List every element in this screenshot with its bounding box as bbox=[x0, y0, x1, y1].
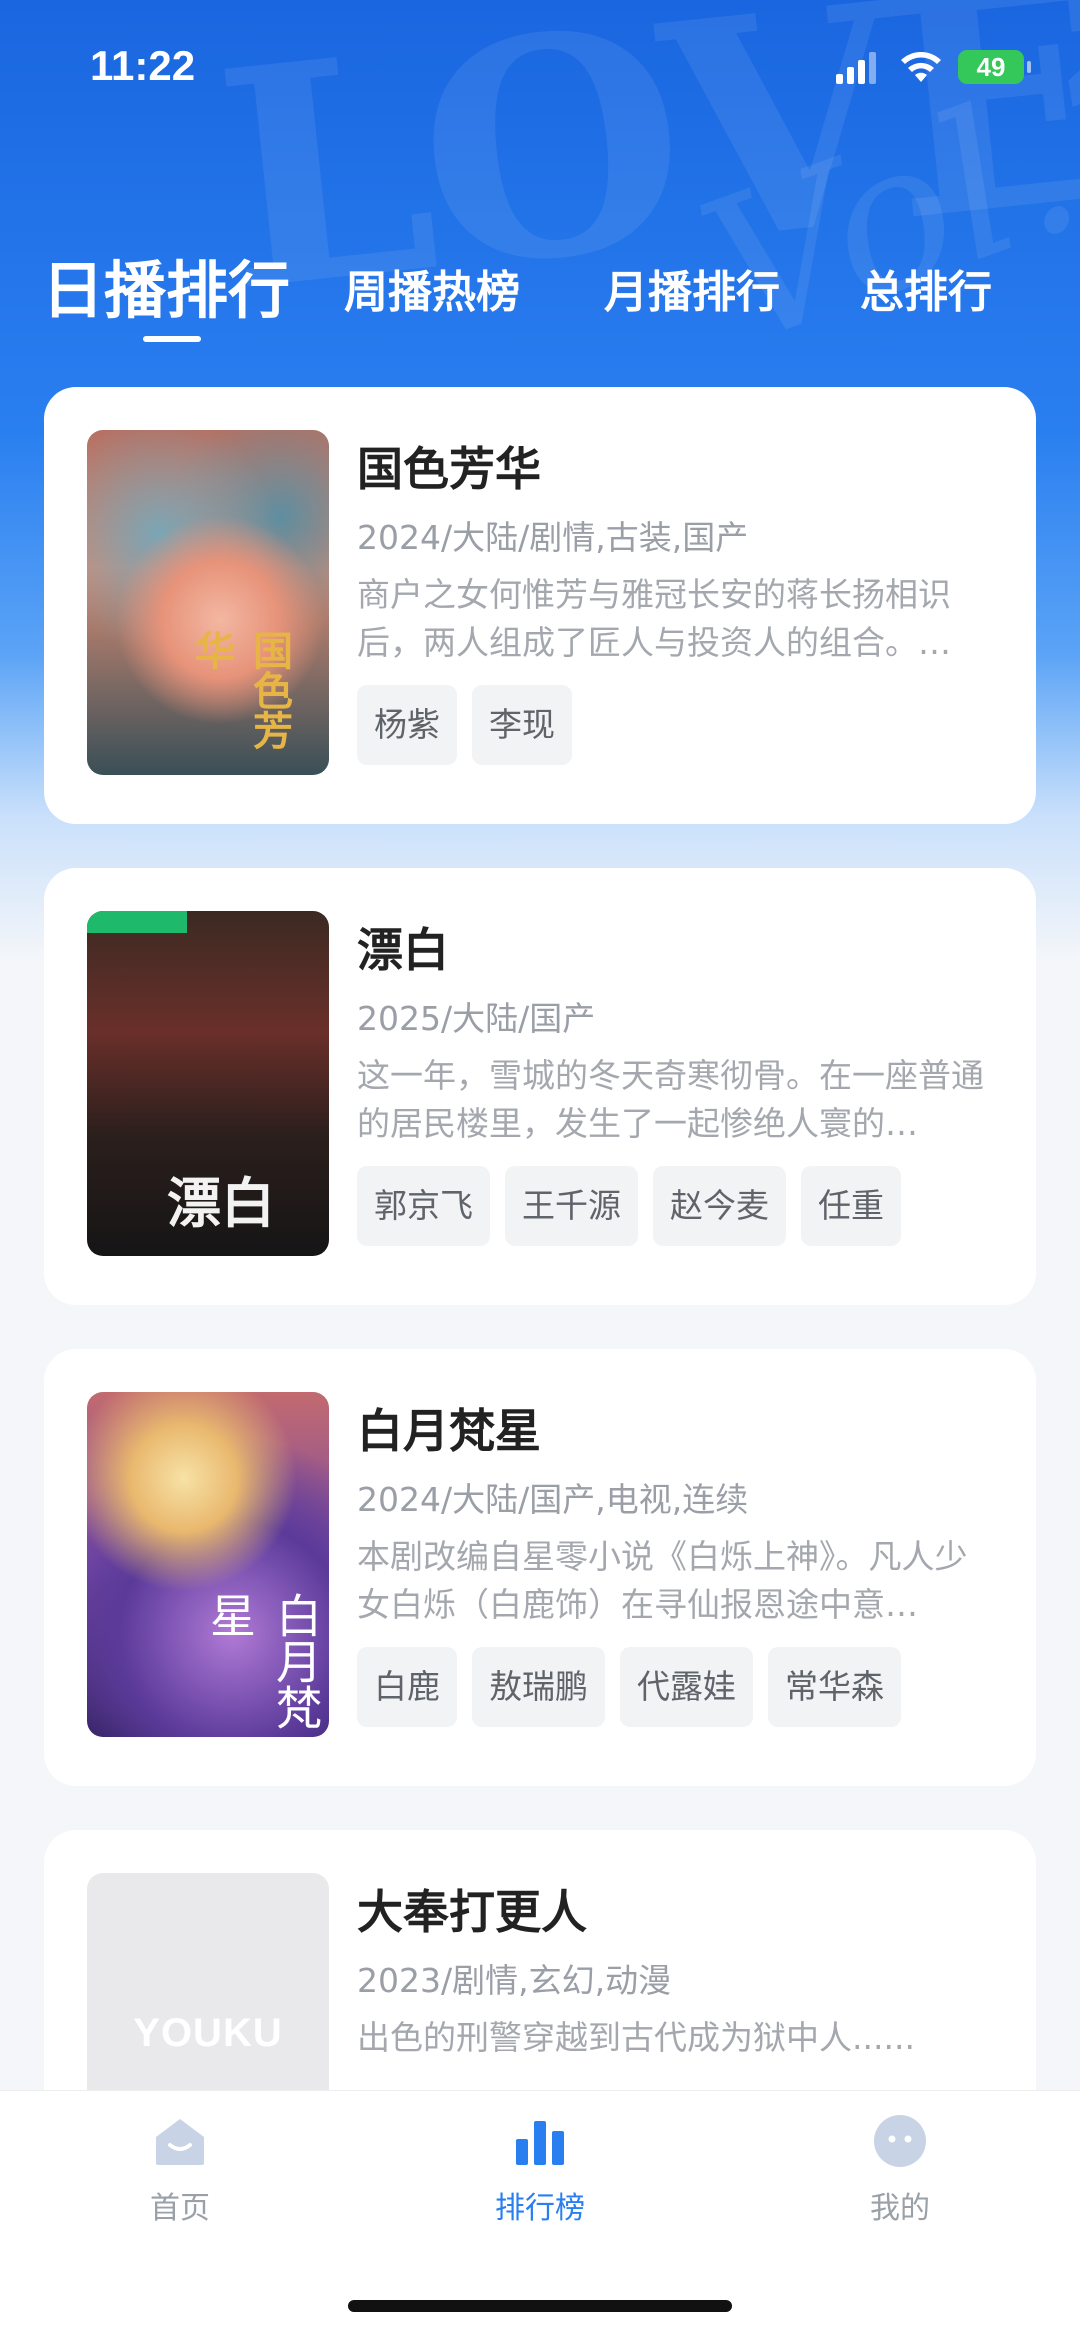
show-meta: 2025/大陆/国产 bbox=[357, 999, 596, 1038]
show-title: 漂白 bbox=[357, 923, 449, 977]
battery-indicator: 49 bbox=[958, 50, 1031, 84]
show-title: 白月梵星 bbox=[357, 1404, 541, 1458]
poster-title: 漂白 bbox=[167, 1171, 275, 1235]
show-title: 大奉打更人 bbox=[357, 1885, 587, 1939]
nav-profile[interactable]: 我的 bbox=[800, 2113, 1000, 2227]
nav-home[interactable]: 首页 bbox=[80, 2113, 280, 2227]
nav-home-label: 首页 bbox=[150, 2191, 210, 2226]
wifi-icon bbox=[901, 52, 941, 82]
show-card[interactable]: 白月梵星 白月梵星 2024/大陆/国产,电视,连续 本剧改编自星零小说《白烁上… bbox=[44, 1349, 1036, 1786]
ranking-tabs: 日播排行 周播热榜 月播排行 总排行 bbox=[0, 232, 1080, 342]
cast-tag[interactable]: 白鹿 bbox=[357, 1647, 457, 1727]
show-card[interactable]: 漂白 漂白 2025/大陆/国产 这一年，雪城的冬天奇寒彻骨。在一座普通的居民楼… bbox=[44, 868, 1036, 1305]
show-poster[interactable]: 白月梵星 bbox=[87, 1392, 329, 1737]
show-meta: 2024/大陆/国产,电视,连续 bbox=[357, 1480, 749, 1519]
cast-tag[interactable]: 王千源 bbox=[505, 1166, 638, 1246]
cast-tag[interactable]: 赵今麦 bbox=[653, 1166, 786, 1246]
tab-monthly[interactable]: 月播排行 bbox=[604, 256, 780, 320]
show-description: 出色的刑警穿越到古代成为狱中人...... bbox=[357, 2018, 915, 2057]
profile-icon bbox=[874, 2115, 926, 2167]
tab-weekly[interactable]: 周播热榜 bbox=[344, 256, 520, 320]
cast-tag[interactable]: 敖瑞鹏 bbox=[472, 1647, 605, 1727]
nav-ranking-label: 排行榜 bbox=[495, 2191, 585, 2226]
nav-ranking[interactable]: 排行榜 bbox=[440, 2113, 640, 2227]
nav-profile-label: 我的 bbox=[870, 2191, 930, 2226]
cast-tags: 白鹿 敖瑞鹏 代露娃 常华森 bbox=[357, 1647, 901, 1727]
show-title: 国色芳华 bbox=[357, 442, 541, 496]
poster-logo-text: YOUKU bbox=[133, 2011, 283, 2055]
cast-tags: 杨紫 李现 bbox=[357, 685, 572, 765]
show-poster[interactable]: 漂白 bbox=[87, 911, 329, 1256]
status-time: 11:22 bbox=[90, 42, 196, 89]
cast-tags: 郭京飞 王千源 赵今麦 任重 bbox=[357, 1166, 901, 1246]
cast-tag[interactable]: 常华森 bbox=[768, 1647, 901, 1727]
tab-daily[interactable]: 日播排行 bbox=[42, 240, 290, 330]
cellular-signal-icon bbox=[836, 52, 876, 84]
poster-title: 国色芳华 bbox=[188, 630, 293, 750]
status-bar: 11:22 49 bbox=[0, 0, 1080, 140]
platform-badge bbox=[87, 911, 187, 933]
show-description: 商户之女何惟芳与雅冠长安的蒋长扬相识后，两人组成了匠人与投资人的组合。… bbox=[357, 575, 951, 662]
show-description: 这一年，雪城的冬天奇寒彻骨。在一座普通的居民楼里，发生了一起惨绝人寰的… bbox=[357, 1056, 984, 1143]
cast-tag[interactable]: 李现 bbox=[472, 685, 572, 765]
home-icon bbox=[156, 2119, 204, 2165]
poster-title: 白月梵星 bbox=[203, 1592, 323, 1730]
show-poster[interactable]: 国色芳华 bbox=[87, 430, 329, 775]
show-meta: 2024/大陆/剧情,古装,国产 bbox=[357, 518, 749, 557]
active-tab-indicator bbox=[143, 336, 201, 342]
tab-overall[interactable]: 总排行 bbox=[860, 256, 992, 320]
show-card[interactable]: 国色芳华 国色芳华 2024/大陆/剧情,古装,国产 商户之女何惟芳与雅冠长安的… bbox=[44, 387, 1036, 824]
cast-tag[interactable]: 任重 bbox=[801, 1166, 901, 1246]
home-indicator[interactable] bbox=[348, 2300, 732, 2312]
ranking-icon bbox=[516, 2121, 564, 2165]
show-meta: 2023/剧情,玄幻,动漫 bbox=[357, 1961, 672, 2000]
cast-tag[interactable]: 代露娃 bbox=[620, 1647, 753, 1727]
cast-tag[interactable]: 郭京飞 bbox=[357, 1166, 490, 1246]
cast-tag[interactable]: 杨紫 bbox=[357, 685, 457, 765]
show-description: 本剧改编自星零小说《白烁上神》。凡人少女白烁（白鹿饰）在寻仙报恩途中意… bbox=[357, 1537, 968, 1624]
